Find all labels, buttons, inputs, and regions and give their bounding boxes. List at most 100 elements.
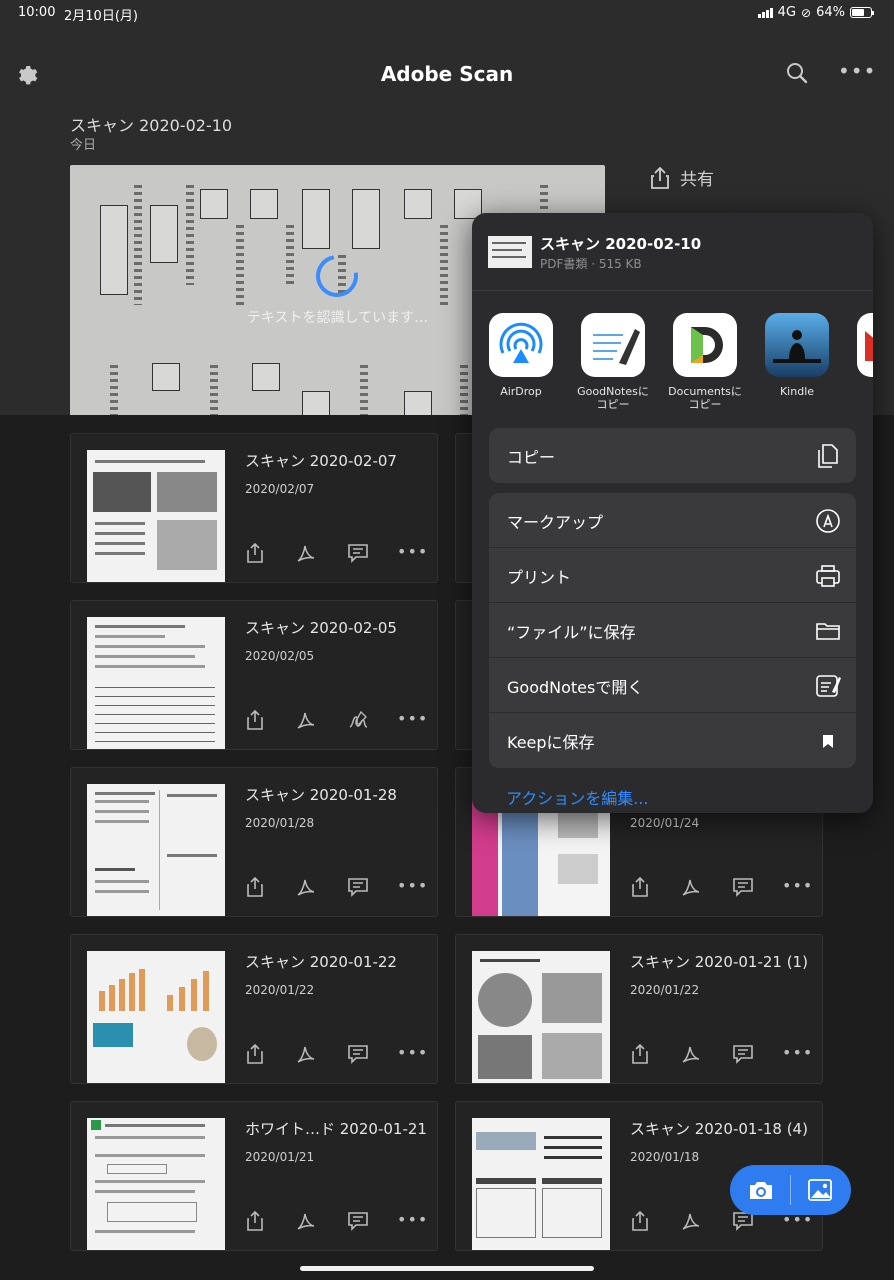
ellipsis-icon[interactable]: ••• [397,1210,427,1232]
share-icon[interactable] [245,709,267,731]
edit-actions-link[interactable]: アクションを編集... [506,785,648,809]
home-indicator[interactable] [300,1266,594,1271]
share-app-label: Documentsに コピー [668,385,742,411]
share-icon[interactable] [245,1043,267,1065]
share-app-documents[interactable]: Documentsに コピー [660,313,750,411]
markup-icon [816,509,840,533]
comment-icon[interactable] [732,1043,754,1065]
ellipsis-icon[interactable]: ••• [397,1043,427,1065]
ellipsis-icon[interactable]: ••• [397,709,427,731]
action-label: マークアップ [507,513,604,532]
scan-date: 2020/01/28 [245,816,315,830]
capture-fab [730,1165,851,1215]
action-label: プリント [507,568,572,587]
share-icon [651,166,669,189]
file-thumbnail [488,236,532,268]
scan-title: スキャン 2020-01-21 (1) [630,953,808,971]
comment-icon[interactable] [347,1210,369,1232]
share-icon[interactable] [245,542,267,564]
comment-icon[interactable] [347,1043,369,1065]
acrobat-icon[interactable] [295,709,317,731]
share-label: 共有 [680,170,714,190]
share-app-gmail[interactable] [844,313,873,377]
acrobat-icon[interactable] [295,1043,317,1065]
network-label: 4G [777,5,797,20]
scan-title: スキャン 2020-01-28 [245,786,397,804]
scan-title: ホワイト…ド 2020-01-21 [245,1120,427,1138]
copy-action[interactable]: コピー [489,428,856,483]
action-list: マークアップ プリント “ファイル”に保存 GoodNotesで開く Keepに… [489,493,856,768]
comment-icon[interactable] [347,542,369,564]
comment-icon[interactable] [347,876,369,898]
battery-label: 64% [816,5,845,20]
scan-date: 2020/01/22 [630,983,700,997]
acrobat-icon[interactable] [680,1210,702,1232]
share-app-label: AirDrop [500,385,542,398]
search-icon[interactable] [786,62,808,84]
share-icon[interactable] [630,1210,652,1232]
kindle-icon [765,313,829,377]
printer-icon [816,565,840,587]
ellipsis-icon[interactable]: ••• [782,1043,812,1065]
comment-icon[interactable] [732,876,754,898]
share-app-kindle[interactable]: Kindle [752,313,842,398]
scan-date: 2020/01/22 [245,983,315,997]
action-print[interactable]: プリント [489,548,856,603]
share-icon[interactable] [630,876,652,898]
share-icon[interactable] [245,876,267,898]
scan-thumbnail [87,784,225,916]
goodnotes-icon [581,313,645,377]
action-markup[interactable]: マークアップ [489,493,856,548]
share-app-airdrop[interactable]: AirDrop [476,313,566,398]
scan-card[interactable]: スキャン 2020-01-28 2020/01/28 ••• [70,767,438,917]
acrobat-icon[interactable] [295,876,317,898]
scan-thumbnail [87,450,225,582]
ellipsis-icon[interactable]: ••• [838,61,875,84]
file-meta: PDF書類 · 515 KB [540,257,642,271]
acrobat-icon[interactable] [680,876,702,898]
scan-title: スキャン 2020-01-22 [245,953,397,971]
scan-card[interactable]: スキャン 2020-01-22 2020/01/22 ••• [70,934,438,1084]
copy-icon [818,444,838,468]
action-open-goodnotes[interactable]: GoodNotesで開く [489,658,856,713]
sign-icon[interactable] [347,709,369,731]
scan-card[interactable]: ホワイト…ド 2020-01-21 2020/01/21 ••• [70,1101,438,1251]
share-button[interactable]: 共有 [650,165,714,190]
ellipsis-icon[interactable]: ••• [397,876,427,898]
share-icon[interactable] [630,1043,652,1065]
share-app-label: Kindle [779,385,815,398]
scan-date: 2020/01/21 [245,1150,315,1164]
action-save-keep[interactable]: Keepに保存 [489,713,856,768]
recent-scan-title[interactable]: スキャン 2020-02-10 [70,112,232,136]
action-label: GoodNotesで開く [507,678,644,697]
ellipsis-icon[interactable]: ••• [397,542,427,564]
share-app-goodnotes[interactable]: GoodNotesに コピー [568,313,658,411]
acrobat-icon[interactable] [295,1210,317,1232]
folder-icon [816,623,840,640]
action-save-files[interactable]: “ファイル”に保存 [489,603,856,658]
scan-card[interactable]: スキャン 2020-02-07 2020/02/07 ••• [70,433,438,583]
goodnotes-open-icon [816,675,841,697]
camera-icon[interactable] [747,1177,775,1203]
acrobat-icon[interactable] [680,1043,702,1065]
ellipsis-icon[interactable]: ••• [782,876,812,898]
scan-date: 2020/01/18 [630,1150,700,1164]
documents-icon [673,313,737,377]
scan-thumbnail [87,951,225,1083]
scan-card[interactable]: スキャン 2020-02-05 2020/02/05 ••• [70,600,438,750]
scan-thumbnail [87,1118,225,1250]
scan-thumbnail [472,951,610,1083]
share-apps-row: AirDrop GoodNotesに コピー Documentsに コピー Ki… [472,313,873,413]
scan-date: 2020/02/05 [245,649,315,663]
loading-spinner-icon [307,246,367,306]
scan-date: 2020/02/07 [245,482,315,496]
orientation-lock-icon: ⊘ [801,5,812,20]
signal-icon [757,7,773,18]
share-icon[interactable] [245,1210,267,1232]
gallery-icon[interactable] [806,1176,834,1204]
battery-icon [850,7,874,18]
scan-title: スキャン 2020-01-18 (4) [630,1120,808,1138]
scan-title: スキャン 2020-02-05 [245,619,397,637]
acrobat-icon[interactable] [295,542,317,564]
scan-card[interactable]: スキャン 2020-01-21 (1) 2020/01/22 ••• [455,934,823,1084]
